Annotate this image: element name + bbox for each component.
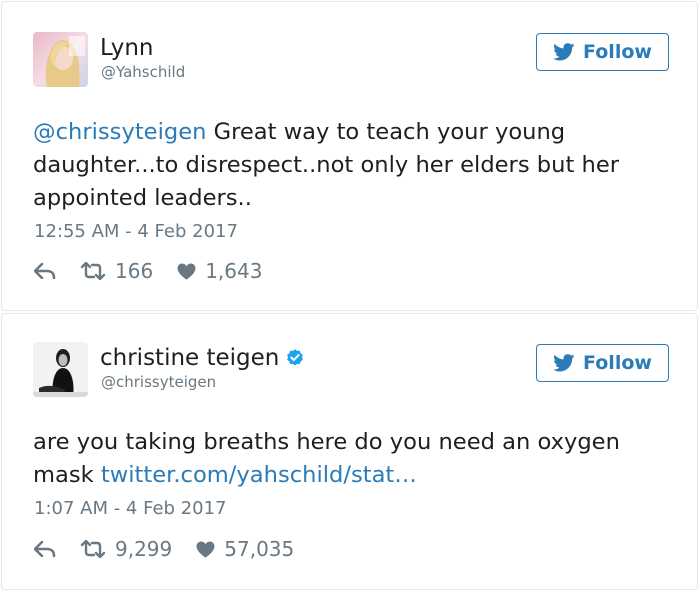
- retweet-icon: [80, 540, 106, 558]
- reply-icon: [34, 541, 56, 557]
- follow-button[interactable]: Follow: [536, 33, 669, 71]
- follow-label: Follow: [583, 352, 652, 374]
- follow-label: Follow: [583, 41, 652, 63]
- reply-action[interactable]: [34, 263, 56, 279]
- retweet-action[interactable]: 166: [80, 259, 153, 283]
- author-handle[interactable]: @Yahschild: [101, 63, 185, 81]
- reply-action[interactable]: [34, 541, 56, 557]
- verified-badge-icon: [287, 349, 304, 366]
- follow-button[interactable]: Follow: [536, 344, 669, 382]
- like-action[interactable]: 57,035: [196, 537, 294, 561]
- like-count: 57,035: [224, 537, 295, 561]
- heart-icon: [196, 540, 215, 558]
- retweet-action[interactable]: 9,299: [80, 537, 172, 561]
- tweet-text: @chrissyteigen Great way to teach your y…: [33, 116, 673, 215]
- mention-link[interactable]: @chrissyteigen: [33, 119, 206, 145]
- like-action[interactable]: 1,643: [177, 259, 262, 283]
- retweet-count: 9,299: [115, 537, 173, 561]
- like-count: 1,643: [205, 259, 263, 283]
- author-name[interactable]: Lynn: [100, 35, 153, 61]
- heart-icon: [177, 262, 196, 280]
- twitter-bird-icon: [553, 354, 575, 372]
- twitter-bird-icon: [553, 43, 575, 61]
- avatar[interactable]: [33, 32, 88, 87]
- tweet-actions: 9,299 57,035: [34, 535, 294, 563]
- reply-icon: [34, 263, 56, 279]
- retweet-count: 166: [115, 259, 154, 283]
- retweet-icon: [80, 262, 106, 280]
- tweet-timestamp[interactable]: 12:55 AM - 4 Feb 2017: [34, 221, 238, 242]
- author-name[interactable]: christine teigen: [100, 345, 305, 371]
- tweet-text: are you taking breaths here do you need …: [33, 426, 673, 492]
- author-handle[interactable]: @chrissyteigen: [101, 373, 216, 391]
- tweet-card: christine teigen @chrissyteigen Follow a…: [1, 313, 698, 590]
- author-name-text: christine teigen: [100, 345, 280, 371]
- tweet-actions: 166 1,643: [34, 257, 262, 285]
- tweet-card: Lynn @Yahschild Follow @chrissyteigen Gr…: [1, 1, 698, 311]
- avatar[interactable]: [33, 342, 88, 397]
- tweet-link[interactable]: twitter.com/yahschild/stat…: [101, 462, 417, 488]
- tweet-timestamp[interactable]: 1:07 AM - 4 Feb 2017: [34, 498, 227, 519]
